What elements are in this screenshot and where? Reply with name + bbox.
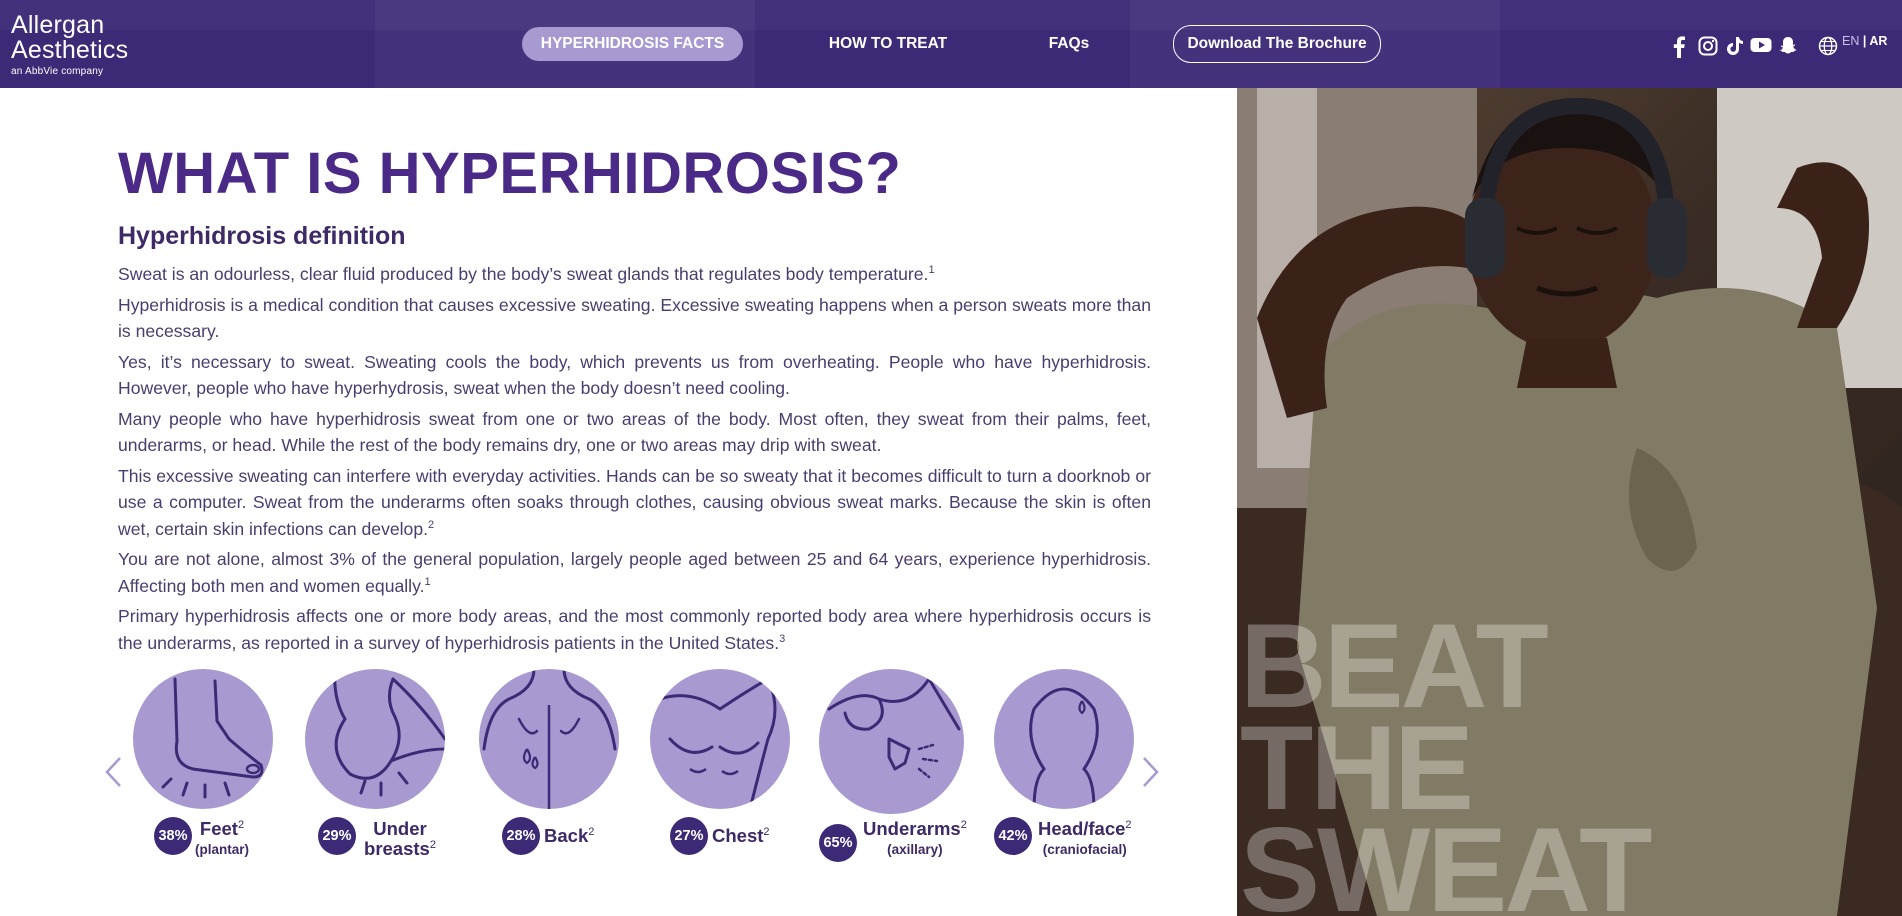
logo-line-1: Allergan: [11, 11, 105, 39]
under-breasts-icon: [305, 669, 445, 809]
underarm-icon: [819, 669, 964, 814]
hero-word-3: SWEAT: [1240, 803, 1652, 916]
hero-photo: BEAT THE SWEAT: [1237, 88, 1902, 916]
facebook-icon[interactable]: [1672, 36, 1686, 58]
area-label: Underarms2 (axillary): [863, 818, 967, 858]
lang-ar[interactable]: AR: [1869, 34, 1887, 48]
paragraph: This excessive sweating can interfere wi…: [118, 465, 1151, 539]
area-underarms[interactable]: 65% Underarms2 (axillary): [819, 669, 969, 869]
nav-faqs[interactable]: FAQs: [1040, 27, 1098, 61]
body-areas-carousel: 38% Feet2 (plantar) 29% Under breasts2 2…: [0, 660, 1180, 880]
carousel-next-arrow[interactable]: [1142, 756, 1160, 793]
download-brochure-button[interactable]: Download The Brochure: [1173, 25, 1381, 63]
paragraph: You are not alone, almost 3% of the gene…: [118, 549, 1151, 596]
lang-separator: |: [1859, 34, 1870, 48]
area-sublabel: (plantar): [195, 842, 249, 857]
area-feet[interactable]: 38% Feet2 (plantar): [133, 669, 283, 869]
tiktok-icon[interactable]: [1726, 36, 1744, 58]
instagram-icon[interactable]: [1698, 36, 1718, 58]
nav-hyperhidrosis-facts[interactable]: HYPERHIDROSIS FACTS: [522, 27, 743, 61]
back-icon: [479, 669, 619, 809]
area-sublabel: (axillary): [887, 842, 943, 857]
globe-icon[interactable]: [1818, 36, 1838, 61]
logo-tagline: an AbbVie company: [11, 66, 104, 77]
area-back[interactable]: 28% Back2: [479, 669, 629, 869]
lang-en[interactable]: EN: [1842, 34, 1859, 48]
percent-badge: 42%: [994, 817, 1032, 855]
definition-paragraphs: Sweat is an odourless, clear fluid produ…: [118, 261, 1151, 660]
head-icon: [994, 669, 1134, 809]
page-title: WHAT IS HYPERHIDROSIS?: [118, 141, 902, 206]
area-under-breasts[interactable]: 29% Under breasts2: [305, 669, 455, 869]
area-label: Head/face2 (craniofacial): [1038, 818, 1132, 858]
paragraph: Primary hyperhidrosis affects one or mor…: [118, 606, 1151, 653]
paragraph: Many people who have hyperhidrosis sweat…: [118, 408, 1151, 456]
site-header: Allergan Aesthetics an AbbVie company HY…: [0, 0, 1902, 88]
percent-badge: 27%: [670, 817, 708, 855]
carousel-prev-arrow[interactable]: [104, 756, 122, 793]
percent-badge: 29%: [318, 817, 356, 855]
paragraph: Hyperhidrosis is a medical condition tha…: [118, 294, 1151, 342]
logo-line-2: Aesthetics: [11, 36, 129, 64]
nav-how-to-treat[interactable]: HOW TO TREAT: [815, 27, 961, 61]
section-subtitle: Hyperhidrosis definition: [118, 222, 406, 250]
language-switcher[interactable]: EN | AR: [1842, 34, 1887, 48]
area-chest[interactable]: 27% Chest2: [650, 669, 800, 869]
youtube-icon[interactable]: [1750, 36, 1772, 58]
area-head-face[interactable]: 42% Head/face2 (craniofacial): [994, 669, 1144, 869]
foot-icon: [133, 669, 273, 809]
area-label: Back2: [544, 825, 595, 846]
area-label: Under breasts2: [364, 818, 436, 859]
area-label: Feet2 (plantar): [195, 818, 249, 858]
percent-badge: 28%: [502, 817, 540, 855]
chest-icon: [650, 669, 790, 809]
snapchat-icon[interactable]: [1778, 36, 1798, 58]
area-sublabel: (craniofacial): [1042, 842, 1127, 857]
paragraph: Sweat is an odourless, clear fluid produ…: [118, 264, 935, 284]
percent-badge: 38%: [154, 817, 192, 855]
paragraph: Yes, it’s necessary to sweat. Sweating c…: [118, 351, 1151, 399]
area-label: Chest2: [712, 825, 770, 846]
percent-badge: 65%: [819, 824, 857, 862]
allergan-logo[interactable]: Allergan Aesthetics an AbbVie company: [11, 11, 129, 78]
